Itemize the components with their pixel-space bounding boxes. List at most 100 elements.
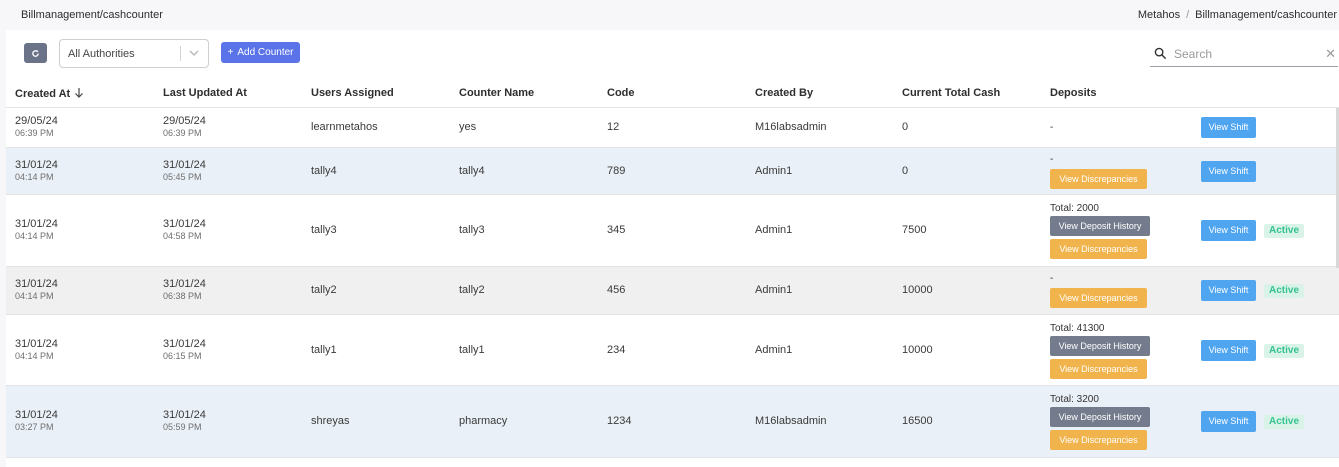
current-total-cash-cell: 7500 <box>902 224 927 236</box>
users-assigned-cell: tally2 <box>311 284 337 296</box>
view-deposit-history-button[interactable]: View Deposit History <box>1050 336 1150 356</box>
view-shift-button[interactable]: View Shift <box>1201 117 1256 138</box>
top-bar: Billmanagement/cashcounter Metahos / Bil… <box>0 0 1339 30</box>
column-created-at[interactable]: Created At <box>15 87 84 100</box>
deposit-summary: - <box>1050 154 1054 165</box>
deposit-summary: Total: 41300 <box>1050 323 1105 334</box>
updated-at-cell: 31/01/24 06:38 PM <box>163 278 206 301</box>
view-discrepancies-button[interactable]: View Discrepancies <box>1050 169 1147 189</box>
created-at-cell-time: 04:14 PM <box>15 351 54 361</box>
created-by-cell: M16labsadmin <box>755 415 827 427</box>
code-cell: 789 <box>607 165 626 177</box>
updated-at-cell-date: 31/01/24 <box>163 338 206 350</box>
code-cell: 456 <box>607 284 626 296</box>
breadcrumb: Metahos / Billmanagement/cashcounter <box>1138 9 1337 21</box>
created-at-cell-date: 31/01/24 <box>15 218 58 230</box>
created-at-cell-time: 04:14 PM <box>15 291 54 301</box>
column-users-assigned[interactable]: Users Assigned <box>311 87 394 99</box>
column-last-updated-at[interactable]: Last Updated At <box>163 87 247 99</box>
created-by-cell: Admin1 <box>755 284 793 296</box>
toolbar: All Authorities + Add Counter ✕ <box>6 30 1339 78</box>
deposit-summary: - <box>1050 273 1054 284</box>
code-cell: 12 <box>607 121 620 133</box>
deposits-cell: Total: 41300 View Deposit History View Dis… <box>1050 323 1150 379</box>
code-cell: 234 <box>607 344 626 356</box>
view-discrepancies-button[interactable]: View Discrepancies <box>1050 288 1147 308</box>
created-at-cell: 31/01/24 04:14 PM <box>15 159 58 182</box>
breadcrumb-item-metahos[interactable]: Metahos <box>1138 9 1180 21</box>
created-at-cell-date: 31/01/24 <box>15 409 58 421</box>
sort-arrow-down-icon <box>75 88 84 98</box>
created-at-cell-time: 04:14 PM <box>15 172 54 182</box>
add-counter-button[interactable]: + Add Counter <box>221 42 300 63</box>
column-counter-name[interactable]: Counter Name <box>459 87 534 99</box>
table-row: 31/01/24 03:27 PM 31/01/24 05:59 PM shrey… <box>6 386 1339 458</box>
updated-at-cell: 31/01/24 06:15 PM <box>163 338 206 361</box>
updated-at-cell-time: 06:38 PM <box>163 291 202 301</box>
deposits-cell: - View Discrepancies <box>1050 273 1147 308</box>
deposits-cell: Total: 2000 View Deposit History View Disc… <box>1050 203 1150 259</box>
created-at-cell: 31/01/24 03:27 PM <box>15 409 58 432</box>
column-label: Created At <box>15 88 71 100</box>
created-at-cell-date: 29/05/24 <box>15 115 58 127</box>
created-at-cell: 31/01/24 04:14 PM <box>15 338 58 361</box>
updated-at-cell: 31/01/24 04:58 PM <box>163 218 206 241</box>
deposits-cell: - View Discrepancies <box>1050 154 1147 189</box>
updated-at-cell-date: 31/01/24 <box>163 278 206 290</box>
status-badge: Active <box>1264 344 1304 358</box>
table-body: 29/05/24 06:39 PM 29/05/24 06:39 PM learn… <box>6 108 1339 458</box>
counter-name-cell: pharmacy <box>459 415 508 427</box>
updated-at-cell-time: 04:58 PM <box>163 231 202 241</box>
select-divider <box>180 46 181 61</box>
updated-at-cell-time: 05:59 PM <box>163 422 202 432</box>
view-deposit-history-button[interactable]: View Deposit History <box>1050 407 1150 427</box>
view-shift-button[interactable]: View Shift <box>1201 411 1256 432</box>
counter-name-cell: tally4 <box>459 165 485 177</box>
view-discrepancies-button[interactable]: View Discrepancies <box>1050 430 1147 450</box>
table-row: 29/05/24 06:39 PM 29/05/24 06:39 PM learn… <box>6 108 1339 148</box>
search-icon <box>1154 47 1172 60</box>
view-shift-button[interactable]: View Shift <box>1201 220 1256 241</box>
current-total-cash-cell: 16500 <box>902 415 933 427</box>
view-discrepancies-button[interactable]: View Discrepancies <box>1050 239 1147 259</box>
close-icon[interactable]: ✕ <box>1325 46 1336 62</box>
search-input[interactable] <box>1174 46 1314 61</box>
counter-name-cell: tally3 <box>459 224 485 236</box>
updated-at-cell-date: 31/01/24 <box>163 218 206 230</box>
created-at-cell-time: 04:14 PM <box>15 231 54 241</box>
updated-at-cell-time: 06:15 PM <box>163 351 202 361</box>
authority-select[interactable]: All Authorities <box>59 39 209 68</box>
column-deposits[interactable]: Deposits <box>1050 87 1096 99</box>
updated-at-cell-date: 31/01/24 <box>163 409 206 421</box>
updated-at-cell-date: 31/01/24 <box>163 159 206 171</box>
users-assigned-cell: shreyas <box>311 415 350 427</box>
view-shift-button[interactable]: View Shift <box>1201 340 1256 361</box>
created-at-cell-date: 31/01/24 <box>15 159 58 171</box>
chevron-down-icon <box>189 50 199 56</box>
created-by-cell: Admin1 <box>755 165 793 177</box>
created-at-cell: 31/01/24 04:14 PM <box>15 278 58 301</box>
column-code[interactable]: Code <box>607 87 635 99</box>
deposit-summary: - <box>1050 122 1054 133</box>
updated-at-cell: 29/05/24 06:39 PM <box>163 115 206 138</box>
refresh-button[interactable] <box>24 43 47 63</box>
cash-counter-table: Created At Last Updated At Users Assigne… <box>6 78 1339 458</box>
view-deposit-history-button[interactable]: View Deposit History <box>1050 216 1150 236</box>
column-current-total-cash[interactable]: Current Total Cash <box>902 87 1000 99</box>
table-row: 31/01/24 04:14 PM 31/01/24 06:38 PM tally… <box>6 267 1339 315</box>
current-total-cash-cell: 10000 <box>902 344 933 356</box>
updated-at-cell: 31/01/24 05:45 PM <box>163 159 206 182</box>
created-at-cell: 31/01/24 04:14 PM <box>15 218 58 241</box>
deposit-summary: Total: 3200 <box>1050 394 1099 405</box>
view-discrepancies-button[interactable]: View Discrepancies <box>1050 359 1147 379</box>
created-by-cell: M16labsadmin <box>755 121 827 133</box>
users-assigned-cell: tally4 <box>311 165 337 177</box>
updated-at-cell-time: 06:39 PM <box>163 128 202 138</box>
view-shift-button[interactable]: View Shift <box>1201 280 1256 301</box>
code-cell: 1234 <box>607 415 632 427</box>
column-created-by[interactable]: Created By <box>755 87 813 99</box>
table-row: 31/01/24 04:14 PM 31/01/24 06:15 PM tally… <box>6 315 1339 386</box>
view-shift-button[interactable]: View Shift <box>1201 161 1256 182</box>
created-at-cell-date: 31/01/24 <box>15 278 58 290</box>
created-at-cell-time: 03:27 PM <box>15 422 54 432</box>
